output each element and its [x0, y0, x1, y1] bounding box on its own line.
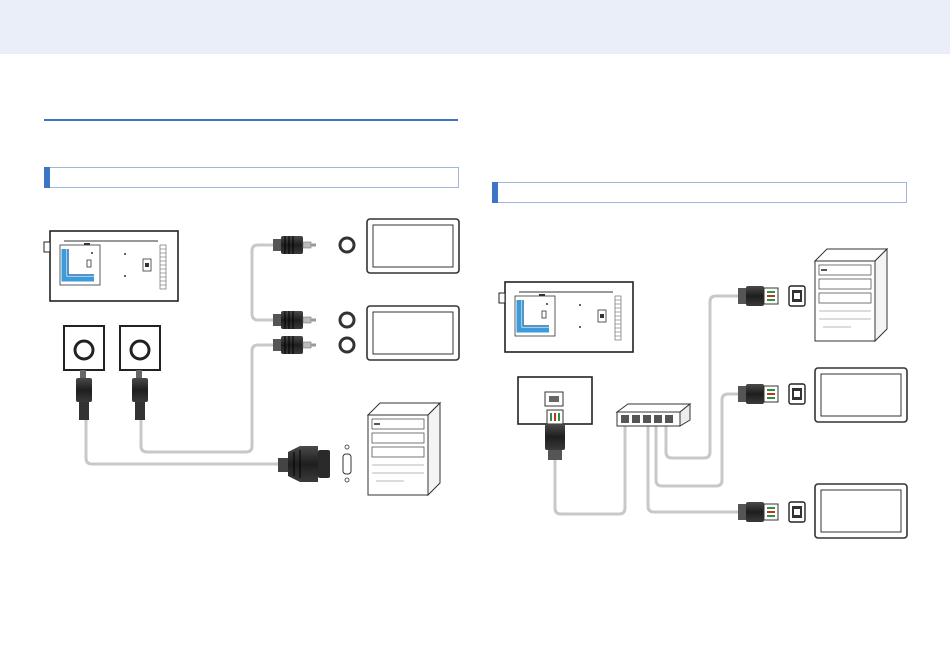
display-rear-panel-icon: [505, 282, 633, 352]
lan-port-icon: [788, 383, 806, 405]
monitor-icon: [814, 367, 908, 423]
monitor-icon: [366, 218, 460, 274]
monitor-icon: [814, 483, 908, 539]
network-hub-icon: [615, 402, 692, 427]
rj45-plug-icon: [737, 501, 779, 523]
pc-tower-icon: [367, 402, 441, 496]
pc-tower-icon: [814, 248, 888, 342]
lan-port-icon: [788, 285, 806, 307]
left-diagram: [43, 218, 460, 496]
vga-connector-icon: [278, 444, 352, 483]
rj45-plug-icon: [737, 285, 779, 307]
audio-plug-icon: [272, 235, 317, 255]
right-diagram: [498, 248, 908, 539]
rj45-plug-icon: [737, 383, 779, 405]
audio-plug-icon: [272, 335, 317, 355]
monitor-icon: [366, 305, 460, 361]
display-rear-panel-icon: [50, 231, 178, 301]
audio-plug-icon: [272, 310, 317, 330]
connection-diagrams: [43, 218, 908, 539]
rj45-plug-icon: [545, 409, 565, 460]
speaker-icon: [63, 325, 105, 420]
lan-port-icon: [788, 501, 806, 523]
speaker-icon: [119, 325, 161, 420]
